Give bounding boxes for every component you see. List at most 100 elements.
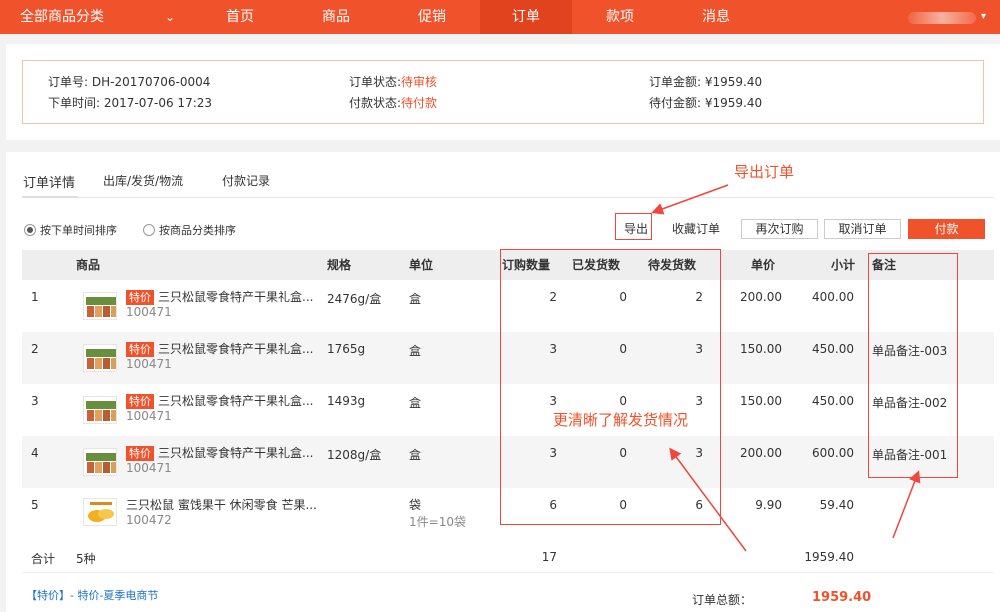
pay-button[interactable]: 付款	[908, 219, 985, 239]
tab-divider	[22, 197, 994, 198]
unit-conversion-note: 1件=10袋	[409, 515, 466, 529]
product-thumbnail[interactable]	[83, 498, 117, 526]
shipped-qty: 0	[619, 290, 627, 304]
row-index: 5	[31, 498, 39, 512]
all-categories-menu[interactable]: 全部商品分类 ⌄	[0, 0, 192, 34]
favorite-order-button[interactable]: 收藏订单	[666, 219, 726, 239]
remark: 单品备注-003	[872, 344, 948, 358]
amount-due: 待付金额: ¥1959.40	[649, 94, 762, 111]
col-unit-price: 单价	[751, 258, 776, 272]
sort-by-category-label: 按商品分类排序	[159, 224, 236, 237]
product-name: 三只松鼠零食特产干果礼盒...	[158, 342, 314, 356]
nav-promotions[interactable]: 促销	[384, 0, 480, 34]
col-spec: 规格	[327, 258, 352, 272]
product-unit: 盒	[409, 292, 422, 306]
product-spec: 1493g	[327, 394, 366, 408]
unit-price: 150.00	[740, 394, 782, 408]
order-status: 订单状态:待审核	[349, 73, 437, 90]
product-name-line[interactable]: 特价 三只松鼠零食特产干果礼盒...	[126, 392, 313, 409]
table-row: 1 特价 三只松鼠零食特产干果礼盒... 100471 2476g/盒 盒 2 0…	[22, 280, 994, 332]
order-detail-panel: 订单详情 出库/发货/物流 付款记录 按下单时间排序 按商品分类排序 导出 收藏…	[6, 152, 1000, 612]
special-price-tag: 特价	[126, 446, 154, 461]
order-time: 下单时间: 2017-07-06 17:23	[48, 94, 212, 111]
product-thumbnail[interactable]	[83, 448, 117, 476]
nav-messages[interactable]: 消息	[668, 0, 764, 34]
product-thumbnail[interactable]	[83, 292, 117, 320]
shipped-qty: 0	[619, 446, 627, 460]
product-code: 100471	[126, 305, 172, 319]
tab-payment-records[interactable]: 付款记录	[222, 172, 270, 189]
active-tab-underline	[22, 196, 78, 198]
order-time-value: 2017-07-06 17:23	[103, 96, 213, 110]
ordered-qty: 3	[549, 446, 557, 460]
product-name[interactable]: 三只松鼠 蜜饯果干 休闲零食 芒果...	[126, 496, 317, 513]
chevron-down-icon: ⌄	[165, 10, 176, 24]
nav-payments[interactable]: 款项	[572, 0, 668, 34]
radio-unselected-icon	[143, 224, 155, 236]
payment-status: 付款状态:待付款	[349, 94, 437, 111]
pending-qty: 3	[695, 394, 703, 408]
product-unit: 盒	[409, 344, 422, 358]
table-header: 商品 规格 单位 订购数量 已发货数 待发货数 单价 小计 备注	[22, 250, 994, 280]
product-name-line[interactable]: 特价 三只松鼠零食特产干果礼盒...	[126, 444, 313, 461]
order-summary-panel: 订单号: DH-20170706-0004 下单时间: 2017-07-06 1…	[6, 44, 1000, 140]
top-nav: 全部商品分类 ⌄ 首页 商品 促销 订单 款项 消息 ▾	[0, 0, 1000, 34]
col-product: 商品	[76, 258, 101, 272]
shipped-qty: 0	[619, 342, 627, 356]
sort-by-time-label: 按下单时间排序	[40, 224, 117, 237]
product-spec: 1765g	[327, 342, 366, 356]
product-unit: 袋	[409, 498, 422, 512]
user-account-blurred[interactable]	[908, 12, 976, 24]
product-name-line[interactable]: 特价 三只松鼠零食特产干果礼盒...	[126, 340, 313, 357]
product-code: 100471	[126, 461, 172, 475]
table-row: 2 特价 三只松鼠零食特产干果礼盒... 100471 1765g 盒 3 0 3…	[22, 332, 994, 384]
cancel-order-button[interactable]: 取消订单	[824, 219, 901, 239]
amount-due-label: 待付金额:	[649, 96, 702, 110]
special-price-tag: 特价	[126, 290, 154, 305]
remark: 单品备注-001	[872, 448, 948, 462]
product-name-line[interactable]: 特价 三只松鼠零食特产干果礼盒...	[126, 288, 313, 305]
product-name: 三只松鼠零食特产干果礼盒...	[158, 290, 314, 304]
product-unit: 盒	[409, 396, 422, 410]
grand-total-value: 1959.40	[812, 590, 872, 605]
nav-products[interactable]: 商品	[288, 0, 384, 34]
shipped-qty: 0	[619, 498, 627, 512]
product-code: 100471	[126, 409, 172, 423]
nav-orders[interactable]: 订单	[480, 0, 572, 34]
special-price-tag: 特价	[126, 342, 154, 357]
annotation-shipping-info: 更清晰了解发货情况	[553, 411, 689, 429]
col-pending-qty: 待发货数	[648, 258, 697, 272]
totals-ordered-qty: 17	[541, 550, 557, 564]
tab-shipping-logistics[interactable]: 出库/发货/物流	[103, 172, 183, 189]
export-button[interactable]: 导出	[618, 219, 654, 239]
product-spec: 2476g/盒	[327, 292, 382, 306]
totals-row: 合计 5种 17 1959.40	[22, 540, 994, 572]
totals-divider	[22, 572, 994, 573]
product-code: 100471	[126, 357, 172, 371]
amount-due-value: ¥1959.40	[704, 96, 763, 110]
subtotal: 450.00	[812, 394, 854, 408]
shipped-qty: 0	[619, 394, 627, 408]
tab-order-details[interactable]: 订单详情	[23, 172, 75, 191]
promotion-link[interactable]: 【特价】- 特价-夏季电商节	[26, 587, 158, 603]
ordered-qty: 3	[549, 342, 557, 356]
order-amount-label: 订单金额:	[649, 75, 702, 89]
sort-by-category-radio[interactable]: 按商品分类排序	[143, 222, 236, 238]
product-unit: 盒	[409, 448, 422, 462]
row-index: 2	[31, 342, 39, 356]
nav-home[interactable]: 首页	[192, 0, 288, 34]
user-menu-chevron-icon[interactable]: ▾	[981, 0, 986, 34]
product-thumbnail[interactable]	[83, 396, 117, 424]
product-thumbnail[interactable]	[83, 344, 117, 372]
reorder-button[interactable]: 再次订购	[741, 219, 818, 239]
subtotal: 450.00	[812, 342, 854, 356]
payment-status-value: 待付款	[401, 96, 438, 110]
product-code: 100472	[126, 513, 172, 527]
col-subtotal: 小计	[831, 258, 856, 272]
totals-subtotal: 1959.40	[804, 550, 854, 564]
col-unit: 单位	[409, 258, 434, 272]
sort-by-time-radio[interactable]: 按下单时间排序	[24, 222, 117, 238]
radio-selected-icon	[24, 224, 36, 236]
table-row: 5 三只松鼠 蜜饯果干 休闲零食 芒果... 100472 袋 1件=10袋 6…	[22, 488, 994, 540]
product-name: 三只松鼠零食特产干果礼盒...	[158, 446, 314, 460]
